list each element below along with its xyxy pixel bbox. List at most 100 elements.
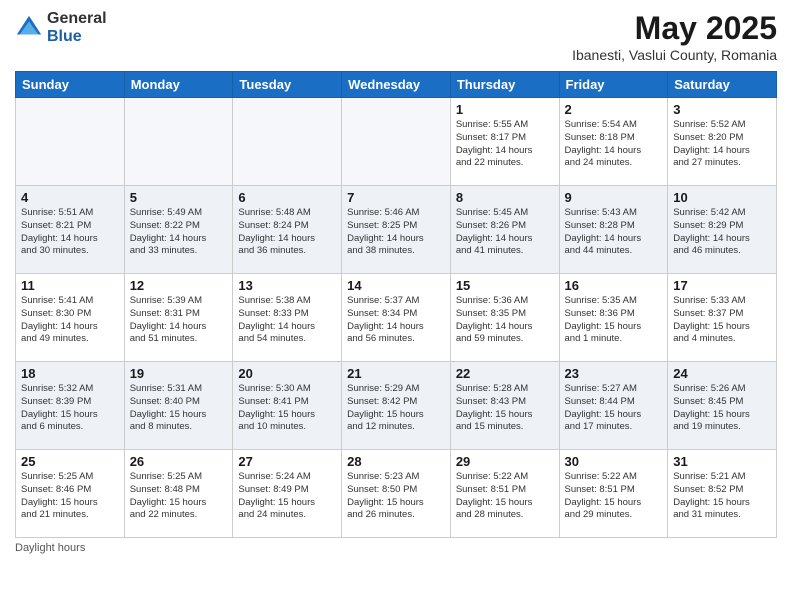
footer-note: Daylight hours (15, 542, 777, 554)
day-number: 2 (565, 102, 663, 117)
day-header-thursday: Thursday (450, 72, 559, 98)
calendar-cell: 30Sunrise: 5:22 AMSunset: 8:51 PMDayligh… (559, 450, 668, 538)
day-header-saturday: Saturday (668, 72, 777, 98)
day-header-sunday: Sunday (16, 72, 125, 98)
day-number: 6 (238, 190, 336, 205)
cell-text: Sunset: 8:42 PM (347, 396, 445, 409)
cell-text: and 31 minutes. (673, 509, 771, 522)
cell-text: and 15 minutes. (456, 421, 554, 434)
calendar-cell (342, 98, 451, 186)
cell-text: and 36 minutes. (238, 245, 336, 258)
cell-text: and 1 minute. (565, 333, 663, 346)
calendar-table: Sunday Monday Tuesday Wednesday Thursday… (15, 71, 777, 538)
cell-text: and 21 minutes. (21, 509, 119, 522)
calendar-cell: 28Sunrise: 5:23 AMSunset: 8:50 PMDayligh… (342, 450, 451, 538)
cell-text: Daylight: 14 hours (347, 233, 445, 246)
day-number: 10 (673, 190, 771, 205)
day-header-wednesday: Wednesday (342, 72, 451, 98)
day-number: 25 (21, 454, 119, 469)
week-row-1: 1Sunrise: 5:55 AMSunset: 8:17 PMDaylight… (16, 98, 777, 186)
cell-text: Daylight: 15 hours (21, 409, 119, 422)
cell-text: Daylight: 15 hours (238, 409, 336, 422)
cell-text: Daylight: 15 hours (673, 409, 771, 422)
cell-text: Sunrise: 5:49 AM (130, 207, 228, 220)
cell-text: Sunrise: 5:26 AM (673, 383, 771, 396)
cell-text: Sunrise: 5:24 AM (238, 471, 336, 484)
calendar-cell: 27Sunrise: 5:24 AMSunset: 8:49 PMDayligh… (233, 450, 342, 538)
header-row: Sunday Monday Tuesday Wednesday Thursday… (16, 72, 777, 98)
cell-text: Sunrise: 5:41 AM (21, 295, 119, 308)
day-number: 21 (347, 366, 445, 381)
day-header-monday: Monday (124, 72, 233, 98)
cell-text: Daylight: 14 hours (347, 321, 445, 334)
calendar-cell: 5Sunrise: 5:49 AMSunset: 8:22 PMDaylight… (124, 186, 233, 274)
title-area: May 2025 Ibanesti, Vaslui County, Romani… (572, 10, 777, 63)
cell-text: Sunset: 8:46 PM (21, 484, 119, 497)
cell-text: Sunset: 8:34 PM (347, 308, 445, 321)
cell-text: Sunset: 8:39 PM (21, 396, 119, 409)
cell-text: Sunset: 8:51 PM (565, 484, 663, 497)
calendar-cell: 19Sunrise: 5:31 AMSunset: 8:40 PMDayligh… (124, 362, 233, 450)
cell-text: Sunset: 8:37 PM (673, 308, 771, 321)
logo-general-text: General (47, 10, 107, 28)
cell-text: and 6 minutes. (21, 421, 119, 434)
cell-text: Sunrise: 5:22 AM (456, 471, 554, 484)
calendar-cell: 22Sunrise: 5:28 AMSunset: 8:43 PMDayligh… (450, 362, 559, 450)
cell-text: and 51 minutes. (130, 333, 228, 346)
calendar-cell: 11Sunrise: 5:41 AMSunset: 8:30 PMDayligh… (16, 274, 125, 362)
day-number: 22 (456, 366, 554, 381)
calendar-cell: 15Sunrise: 5:36 AMSunset: 8:35 PMDayligh… (450, 274, 559, 362)
calendar-cell: 26Sunrise: 5:25 AMSunset: 8:48 PMDayligh… (124, 450, 233, 538)
cell-text: Daylight: 14 hours (130, 321, 228, 334)
day-number: 4 (21, 190, 119, 205)
cell-text: and 22 minutes. (456, 157, 554, 170)
day-number: 12 (130, 278, 228, 293)
day-number: 20 (238, 366, 336, 381)
calendar-cell: 4Sunrise: 5:51 AMSunset: 8:21 PMDaylight… (16, 186, 125, 274)
day-number: 15 (456, 278, 554, 293)
cell-text: Daylight: 14 hours (456, 145, 554, 158)
cell-text: Sunset: 8:22 PM (130, 220, 228, 233)
cell-text: Sunrise: 5:28 AM (456, 383, 554, 396)
cell-text: Daylight: 15 hours (347, 409, 445, 422)
calendar-cell: 18Sunrise: 5:32 AMSunset: 8:39 PMDayligh… (16, 362, 125, 450)
cell-text: Sunrise: 5:35 AM (565, 295, 663, 308)
cell-text: Sunset: 8:35 PM (456, 308, 554, 321)
calendar-cell: 23Sunrise: 5:27 AMSunset: 8:44 PMDayligh… (559, 362, 668, 450)
calendar-cell: 6Sunrise: 5:48 AMSunset: 8:24 PMDaylight… (233, 186, 342, 274)
cell-text: and 41 minutes. (456, 245, 554, 258)
cell-text: Sunrise: 5:46 AM (347, 207, 445, 220)
cell-text: and 30 minutes. (21, 245, 119, 258)
day-number: 7 (347, 190, 445, 205)
cell-text: and 24 minutes. (565, 157, 663, 170)
calendar-cell (124, 98, 233, 186)
week-row-2: 4Sunrise: 5:51 AMSunset: 8:21 PMDaylight… (16, 186, 777, 274)
cell-text: and 33 minutes. (130, 245, 228, 258)
cell-text: Daylight: 15 hours (238, 497, 336, 510)
cell-text: Daylight: 15 hours (347, 497, 445, 510)
week-row-5: 25Sunrise: 5:25 AMSunset: 8:46 PMDayligh… (16, 450, 777, 538)
day-number: 30 (565, 454, 663, 469)
cell-text: Daylight: 14 hours (565, 233, 663, 246)
calendar-cell: 2Sunrise: 5:54 AMSunset: 8:18 PMDaylight… (559, 98, 668, 186)
cell-text: and 29 minutes. (565, 509, 663, 522)
day-number: 3 (673, 102, 771, 117)
cell-text: Sunrise: 5:39 AM (130, 295, 228, 308)
cell-text: and 22 minutes. (130, 509, 228, 522)
cell-text: Sunrise: 5:45 AM (456, 207, 554, 220)
page: General Blue May 2025 Ibanesti, Vaslui C… (0, 0, 792, 612)
cell-text: and 44 minutes. (565, 245, 663, 258)
cell-text: Daylight: 14 hours (130, 233, 228, 246)
calendar-cell: 1Sunrise: 5:55 AMSunset: 8:17 PMDaylight… (450, 98, 559, 186)
cell-text: Sunset: 8:20 PM (673, 132, 771, 145)
cell-text: Daylight: 15 hours (673, 321, 771, 334)
calendar-cell: 13Sunrise: 5:38 AMSunset: 8:33 PMDayligh… (233, 274, 342, 362)
cell-text: Sunrise: 5:54 AM (565, 119, 663, 132)
day-number: 18 (21, 366, 119, 381)
cell-text: Sunset: 8:51 PM (456, 484, 554, 497)
cell-text: Daylight: 14 hours (21, 321, 119, 334)
cell-text: and 17 minutes. (565, 421, 663, 434)
day-header-friday: Friday (559, 72, 668, 98)
day-number: 23 (565, 366, 663, 381)
calendar-cell: 14Sunrise: 5:37 AMSunset: 8:34 PMDayligh… (342, 274, 451, 362)
